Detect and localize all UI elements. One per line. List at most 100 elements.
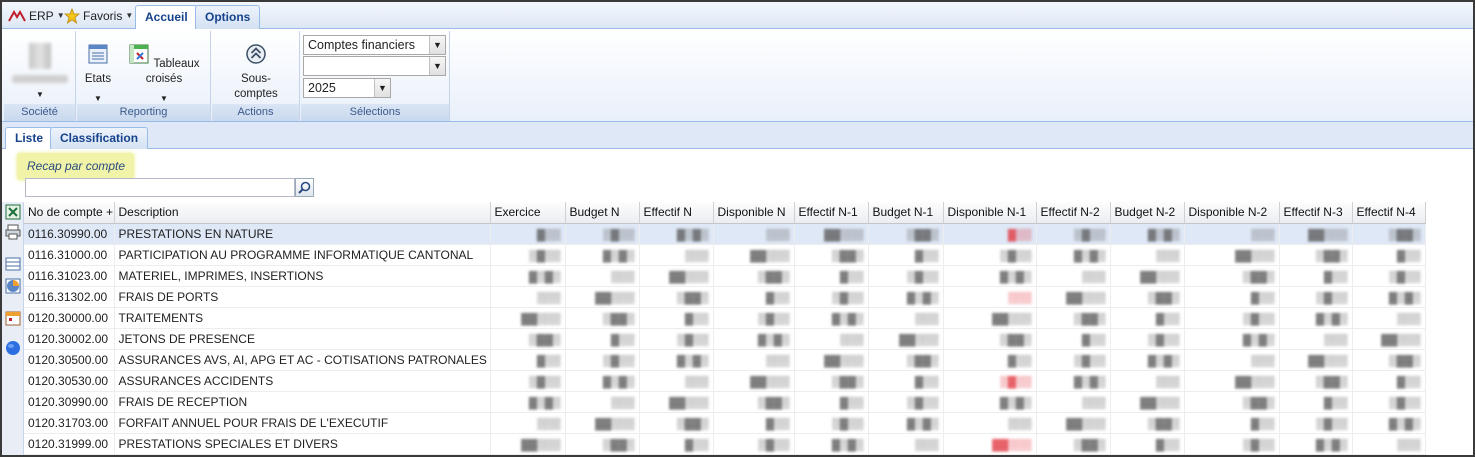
account-type-select[interactable]: Comptes financiers ▼ — [303, 35, 446, 55]
col-header-effectif-n1[interactable]: Effectif N-1 — [794, 202, 869, 224]
col-header-exercice[interactable]: Exercice — [490, 202, 566, 224]
blurred-value: ▒▒▒ — [1397, 312, 1421, 325]
description-cell: JETONS DE PRESENCE — [114, 328, 491, 350]
group-reporting: Etats ▼ Tableaux croisés ▼ Reporting — [77, 31, 211, 121]
sous-comptes-button[interactable]: Sous- comptes — [222, 43, 290, 102]
blurred-value: ▒▓▓▒ — [1073, 312, 1106, 325]
blurred-value: ▒▓▒▒ — [529, 249, 561, 262]
chevron-down-icon: ▼ — [429, 36, 445, 54]
col-header-budget-n[interactable]: Budget N — [565, 202, 640, 224]
tab-options[interactable]: Options — [195, 5, 261, 29]
col-header-effectif-n4[interactable]: Effectif N-4 — [1352, 202, 1426, 224]
blurred-value: ▒▓▓▒ — [906, 228, 939, 241]
col-header-disponible-n2[interactable]: Disponible N-2 — [1184, 202, 1280, 224]
chart-icon[interactable] — [5, 278, 21, 294]
redacted-value-cell: ▒▒▒ — [490, 286, 566, 308]
redacted-value-cell: ▒▓▓▒ — [1184, 265, 1280, 287]
redacted-value-cell: ▓▒▓▒ — [868, 286, 944, 308]
redacted-value-cell: ▒▓▒▒ — [1184, 433, 1280, 455]
blurred-value: ▓▓▒▒▒ — [1308, 354, 1348, 367]
redacted-value-cell: ▓▒▒ — [639, 433, 714, 455]
redacted-value-cell: ▒▓▓▒ — [1279, 370, 1353, 392]
col-header-effectif-n3[interactable]: Effectif N-3 — [1279, 202, 1353, 224]
excel-export-icon[interactable] — [5, 204, 21, 220]
globe-icon[interactable] — [5, 340, 21, 356]
redacted-value-cell: ▓▒▒ — [1184, 412, 1280, 434]
blurred-value: ▓▓▒▒▒ — [521, 312, 561, 325]
redacted-value-cell: ▒▓▓▒ — [713, 391, 795, 413]
redacted-value-cell: ▒▓▒▒ — [794, 286, 869, 308]
blurred-value: ▓▓▒▒▒ — [1140, 270, 1180, 283]
societe-button[interactable]: ▼ — [8, 43, 72, 102]
tab-accueil[interactable]: Accueil — [135, 5, 198, 30]
blurred-value: ▓▒▓▒ — [1147, 228, 1180, 241]
blurred-value: ▓▒▒ — [1081, 333, 1106, 346]
favoris-menu[interactable]: Favoris ▼ — [64, 6, 133, 26]
redacted-value-cell: ▓▒▓▒ — [1184, 328, 1280, 350]
group-label-societe: Société — [4, 104, 75, 121]
table-row[interactable]: 0116.31000.00 PARTICIPATION AU PROGRAMME … — [24, 244, 1426, 266]
header-row: No de compte + Description Exercice Budg… — [24, 202, 1426, 224]
chevron-down-icon: ▼ — [36, 90, 44, 99]
search-input[interactable] — [25, 178, 295, 197]
table-row[interactable]: 0116.31023.00 MATERIEL, IMPRIMES, INSERTI… — [24, 265, 1426, 287]
blurred-value: ▓▒▓▒ — [999, 396, 1032, 409]
search-icon — [298, 181, 311, 194]
description-cell: PRESTATIONS EN NATURE — [114, 223, 491, 245]
col-header-budget-n1[interactable]: Budget N-1 — [868, 202, 944, 224]
col-header-disponible-n[interactable]: Disponible N — [713, 202, 795, 224]
blurred-value: ▓▓▒▒▒ — [669, 396, 709, 409]
search-button[interactable] — [295, 178, 314, 197]
table-row[interactable]: 0120.30500.00 ASSURANCES AVS, AI, APG ET … — [24, 349, 1426, 371]
redacted-value-cell: ▓▒▒ — [1352, 244, 1426, 266]
col-header-description[interactable]: Description — [114, 202, 491, 224]
table-row[interactable]: 0120.30530.00 ASSURANCES ACCIDENTS ▒▓▒▒ ▓▒▓… — [24, 370, 1426, 392]
table-row[interactable]: 0120.30000.00 TRAITEMENTS ▓▓▒▒▒ ▒▓▓▒ ▓▒▒ ▒▓▒▒… — [24, 307, 1426, 329]
blurred-value: ▓▒▓▒ — [1147, 354, 1180, 367]
year-select[interactable]: 2025 ▼ — [303, 78, 391, 98]
col-header-budget-n2[interactable]: Budget N-2 — [1110, 202, 1185, 224]
table-row[interactable]: 0120.31999.00 PRESTATIONS SPECIALES ET DI… — [24, 433, 1426, 455]
redacted-value-cell: ▒▓▓▒ — [565, 433, 640, 455]
redacted-value-cell: ▓▓▒▒▒ — [565, 286, 640, 308]
blurred-value: ▒▓▓▒ — [528, 333, 561, 346]
blurred-value: ▒▓▒▒ — [758, 438, 790, 451]
redacted-value-cell: ▓▒▒ — [490, 223, 566, 245]
tab-classification[interactable]: Classification — [50, 127, 149, 150]
blurred-value: ▒▓▒▒ — [907, 270, 939, 283]
col-header-account[interactable]: No de compte + — [24, 202, 115, 224]
erp-menu-label: ERP — [29, 9, 54, 23]
blurred-value: ▒▓▓▒ — [831, 375, 864, 388]
redacted-value-cell: ▓▒▒ — [794, 265, 869, 287]
erp-menu[interactable]: ERP ▼ — [8, 6, 65, 26]
description-cell: ASSURANCES AVS, AI, APG ET AC - COTISATI… — [114, 349, 491, 371]
col-header-disponible-n1[interactable]: Disponible N-1 — [943, 202, 1037, 224]
account-type-value: Comptes financiers — [308, 38, 415, 52]
tab-liste[interactable]: Liste — [5, 127, 54, 150]
col-header-effectif-n[interactable]: Effectif N — [639, 202, 714, 224]
redacted-value-cell: ▒▓▓▒ — [565, 307, 640, 329]
blurred-value: ▓▒▒ — [765, 291, 790, 304]
blurred-value: ▒▓▒▒ — [907, 396, 939, 409]
secondary-select[interactable]: ▼ — [303, 56, 446, 76]
redacted-value-cell: ▒▒▒ — [1352, 307, 1426, 329]
description-cell: TRAITEMENTS — [114, 307, 491, 329]
blurred-value: ▓▓▒▒▒ — [1140, 396, 1180, 409]
etats-button[interactable]: Etats ▼ — [81, 43, 115, 106]
tableaux-croises-button[interactable]: Tableaux croisés ▼ — [121, 43, 207, 106]
blurred-value: ▒▓▒▒ — [1000, 375, 1032, 388]
blurred-value: ▒▒▒ — [1251, 228, 1275, 241]
col-header-effectif-n2[interactable]: Effectif N-2 — [1036, 202, 1111, 224]
table-row[interactable]: 0120.31703.00 FORFAIT ANNUEL POUR FRAIS D… — [24, 412, 1426, 434]
blurred-value: ▓▓▒▒▒ — [824, 354, 864, 367]
table-row[interactable]: 0116.31302.00 FRAIS DE PORTS ▒▒▒ ▓▓▒▒▒ ▒▓▓▒ ▓… — [24, 286, 1426, 308]
print-icon[interactable] — [5, 224, 21, 240]
columns-icon[interactable] — [5, 256, 21, 272]
account-number-cell: 0120.30530.00 — [24, 370, 115, 392]
calendar-icon[interactable] — [5, 310, 21, 326]
table-row[interactable]: 0120.30990.00 FRAIS DE RECEPTION ▓▒▓▒ ▒▒▒ ▓▓… — [24, 391, 1426, 413]
table-row[interactable]: 0120.30002.00 JETONS DE PRESENCE ▒▓▓▒ ▓▒▒ ▒▓… — [24, 328, 1426, 350]
redacted-value-cell: ▒▓▒▒ — [1036, 349, 1111, 371]
table-row[interactable]: 0116.30990.00 PRESTATIONS EN NATURE ▓▒▒ ▒▓▒… — [24, 223, 1426, 245]
blurred-value: ▒▒▒ — [685, 375, 709, 388]
